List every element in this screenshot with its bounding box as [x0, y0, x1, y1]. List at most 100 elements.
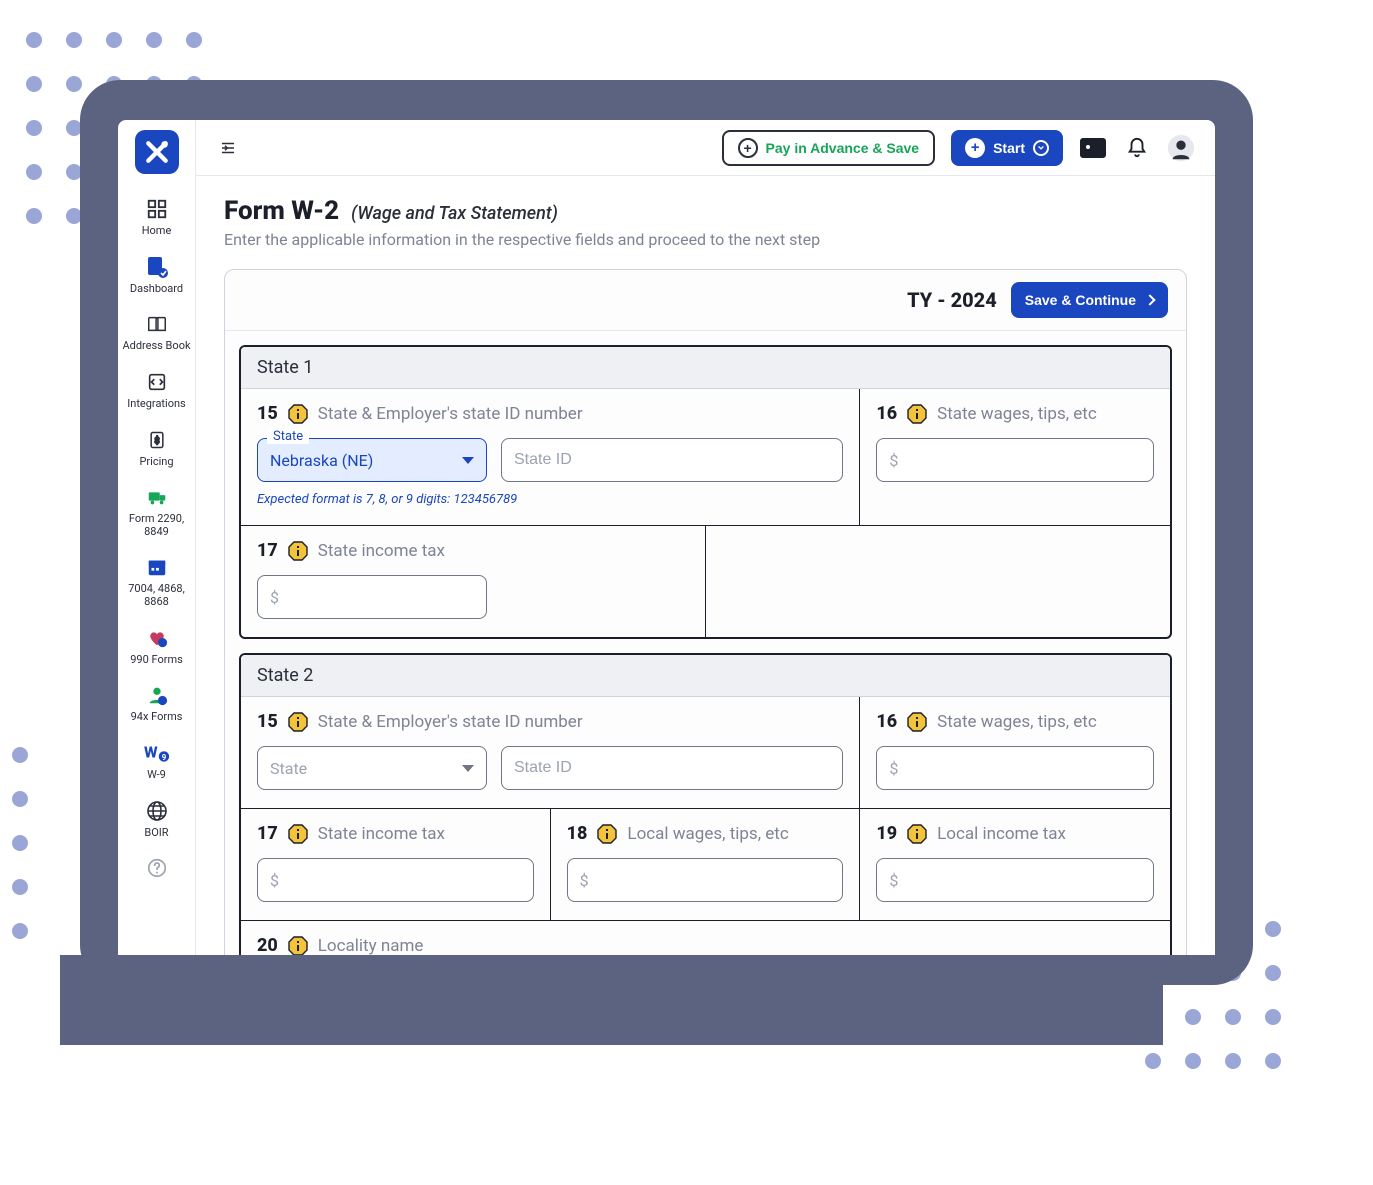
dollar-prefix: $: [270, 871, 279, 890]
box-number: 17: [257, 823, 278, 844]
chevron-down-icon: [1033, 140, 1049, 156]
heart-icon: [144, 625, 170, 651]
floating-label: State: [267, 429, 309, 444]
sidebar-item-home[interactable]: Home: [118, 188, 195, 246]
sidebar-item-dashboard[interactable]: Dashboard: [118, 246, 195, 304]
state-id-input[interactable]: [501, 438, 843, 482]
state-wages-input[interactable]: $: [876, 438, 1154, 482]
info-icon[interactable]: [597, 824, 617, 844]
sidebar-item-label: Address Book: [122, 340, 190, 353]
box-16-cell: 16 State wages, tips, etc $: [860, 697, 1170, 809]
person-icon: [144, 682, 170, 708]
sidebar-item-boir[interactable]: BOIR: [118, 790, 195, 848]
local-income-tax-input[interactable]: $: [876, 858, 1154, 902]
sidebar-item-w9[interactable]: W9 W-9: [118, 732, 195, 790]
device-frame: Home Dashboard Address Book Integrations: [80, 80, 1253, 985]
state-wages-input[interactable]: $: [876, 746, 1154, 790]
field-label: State wages, tips, etc: [937, 404, 1097, 424]
section-heading: State 1: [241, 347, 1170, 389]
sidebar-item-7004[interactable]: 7004, 4868, 8868: [118, 546, 195, 616]
field-label: State & Employer's state ID number: [318, 712, 583, 732]
sidebar-item-990-forms[interactable]: 990 Forms: [118, 617, 195, 675]
sidebar-item-integrations[interactable]: Integrations: [118, 361, 195, 419]
sidebar-item-pricing[interactable]: $ Pricing: [118, 419, 195, 477]
sidebar: Home Dashboard Address Book Integrations: [118, 120, 196, 955]
dollar-prefix: $: [270, 588, 279, 607]
calendar-icon: [144, 554, 170, 580]
info-icon[interactable]: [288, 824, 308, 844]
field-label: State & Employer's state ID number: [318, 404, 583, 424]
sidebar-item-label: BOIR: [144, 827, 168, 840]
help-icon: [144, 855, 170, 881]
box-17-cell: 17 State income tax $: [241, 526, 706, 637]
state-income-tax-input[interactable]: $: [257, 575, 487, 619]
info-icon[interactable]: [288, 541, 308, 561]
state-select[interactable]: State: [257, 746, 487, 790]
w9-icon: W9: [144, 740, 170, 766]
caret-down-icon: [462, 765, 474, 772]
info-icon[interactable]: [907, 404, 927, 424]
truck-icon: [144, 484, 170, 510]
field-label: Local wages, tips, etc: [627, 824, 788, 844]
start-button[interactable]: + Start: [951, 130, 1063, 166]
state-1-section: State 1 15 State & Employer's state ID n…: [239, 345, 1172, 639]
box-number: 16: [876, 711, 897, 732]
placeholder: State: [270, 759, 307, 778]
notifications-icon[interactable]: [1123, 134, 1151, 162]
page-description: Enter the applicable information in the …: [224, 230, 1187, 249]
pricing-icon: $: [144, 427, 170, 453]
selected-value: Nebraska (NE): [270, 451, 373, 470]
plus-circle-icon: +: [738, 138, 758, 158]
button-label: Save & Continue: [1025, 292, 1136, 308]
info-icon[interactable]: [288, 712, 308, 732]
save-continue-button[interactable]: Save & Continue: [1011, 282, 1168, 318]
sidebar-item-label: Form 2290, 8849: [120, 513, 193, 538]
state-income-tax-input[interactable]: $: [257, 858, 534, 902]
button-label: Pay in Advance & Save: [766, 140, 920, 156]
page-title: Form W-2: [224, 196, 339, 226]
tax-year-label: TY - 2024: [907, 288, 997, 312]
local-wages-input[interactable]: $: [567, 858, 844, 902]
box-18-cell: 18 Local wages, tips, etc $: [551, 809, 861, 921]
field-label: State income tax: [318, 541, 445, 561]
info-icon[interactable]: [288, 936, 308, 956]
sidebar-toggle-icon[interactable]: [216, 136, 240, 160]
box-number: 18: [567, 823, 588, 844]
caret-down-icon: [462, 457, 474, 464]
sidebar-item-form-2290[interactable]: Form 2290, 8849: [118, 476, 195, 546]
sidebar-item-help[interactable]: [118, 847, 195, 892]
profile-avatar-icon[interactable]: [1167, 134, 1195, 162]
id-card-icon[interactable]: [1079, 134, 1107, 162]
info-icon[interactable]: [907, 712, 927, 732]
sidebar-item-label: 7004, 4868, 8868: [120, 583, 193, 608]
plus-icon: +: [965, 138, 985, 158]
sidebar-item-address-book[interactable]: Address Book: [118, 303, 195, 361]
globe-icon: [144, 798, 170, 824]
box-number: 15: [257, 711, 278, 732]
box-number: 20: [257, 935, 278, 955]
sidebar-item-label: Dashboard: [130, 283, 183, 296]
pay-in-advance-button[interactable]: + Pay in Advance & Save: [722, 130, 936, 166]
box-20-cell: 20 Locality name: [241, 921, 551, 955]
box-19-cell: 19 Local income tax $: [860, 809, 1170, 921]
sidebar-item-label: 990 Forms: [130, 654, 183, 667]
sidebar-item-94x-forms[interactable]: 94x Forms: [118, 674, 195, 732]
app-window: Home Dashboard Address Book Integrations: [118, 120, 1215, 955]
content-area: Form W-2 (Wage and Tax Statement) Enter …: [196, 176, 1215, 955]
info-icon[interactable]: [907, 824, 927, 844]
box-number: 19: [876, 823, 897, 844]
page-header: Form W-2 (Wage and Tax Statement) Enter …: [224, 196, 1187, 249]
button-label: Start: [993, 140, 1025, 156]
home-icon: [144, 196, 170, 222]
box-number: 17: [257, 540, 278, 561]
sidebar-item-label: Home: [142, 225, 172, 238]
app-logo[interactable]: [135, 130, 179, 174]
box-17-cell: 17 State income tax $: [241, 809, 551, 921]
format-hint: Expected format is 7, 8, or 9 digits: 12…: [257, 492, 843, 507]
state-select[interactable]: Nebraska (NE): [257, 438, 487, 482]
sidebar-item-label: 94x Forms: [131, 711, 183, 724]
state-id-input[interactable]: [501, 746, 843, 790]
info-icon[interactable]: [288, 404, 308, 424]
dollar-prefix: $: [580, 871, 589, 890]
box-number: 15: [257, 403, 278, 424]
